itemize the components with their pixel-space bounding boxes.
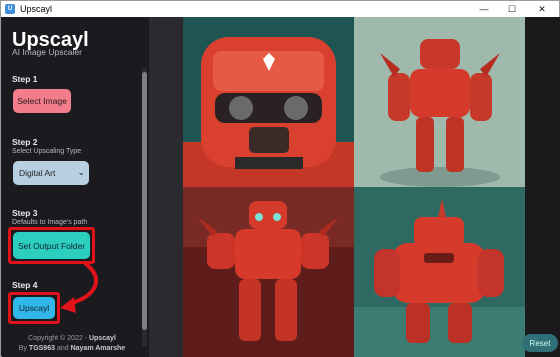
image-tile-robot-face (183, 17, 354, 187)
image-tile-robot-standing (354, 17, 525, 187)
close-icon: ✕ (538, 3, 546, 14)
image-preview (183, 17, 525, 357)
sidebar-scroll-thumb[interactable] (142, 72, 147, 330)
set-output-folder-button[interactable]: Set Output Folder (13, 232, 90, 259)
title-bar: U Upscayl — ☐ ✕ (1, 1, 559, 17)
minimize-button[interactable]: — (470, 1, 498, 17)
author-link-1[interactable]: TGS963 (29, 345, 55, 352)
step2-label: Step 2 (12, 137, 38, 147)
app-subtitle: AI Image Upscaler (12, 47, 82, 57)
upscaling-type-value: Digital Art (19, 168, 56, 178)
main-left-panel (149, 17, 183, 357)
app-window: U Upscayl — ☐ ✕ Upscayl AI Image Upscale… (0, 0, 560, 357)
select-image-button[interactable]: Select Image (13, 89, 71, 113)
step4-label: Step 4 (12, 280, 38, 290)
step2-sublabel: Select Upscaling Type (12, 148, 82, 155)
image-tile-robot-crouching (183, 187, 354, 357)
app-icon: U (5, 4, 15, 14)
copyright-link[interactable]: Upscayl (89, 335, 116, 342)
step1-label: Step 1 (12, 74, 38, 84)
reset-button[interactable]: Reset (522, 334, 558, 352)
step3-sublabel: Defaults to Image's path (12, 219, 88, 226)
copyright-text: Copyright © 2022 - Upscayl (28, 335, 116, 342)
window-title: Upscayl (20, 4, 53, 14)
sidebar: Upscayl AI Image Upscaler Step 1 Select … (2, 17, 149, 357)
chevron-down-icon: ⌄ (77, 167, 85, 177)
maximize-icon: ☐ (507, 3, 517, 14)
author-link-2[interactable]: Nayam Amarshe (71, 345, 126, 352)
upscayl-button[interactable]: Upscayl (13, 297, 55, 319)
image-tile-robot-heavy (354, 187, 525, 357)
upscaling-type-select[interactable]: Digital Art ⌄ (13, 161, 89, 185)
robot-face-image (183, 17, 354, 187)
close-button[interactable]: ✕ (528, 1, 556, 17)
authors-text: By TGS963 and Nayam Amarshe (18, 345, 126, 352)
step3-label: Step 3 (12, 208, 38, 218)
maximize-button[interactable]: ☐ (498, 1, 526, 17)
minimize-icon: — (479, 4, 489, 14)
